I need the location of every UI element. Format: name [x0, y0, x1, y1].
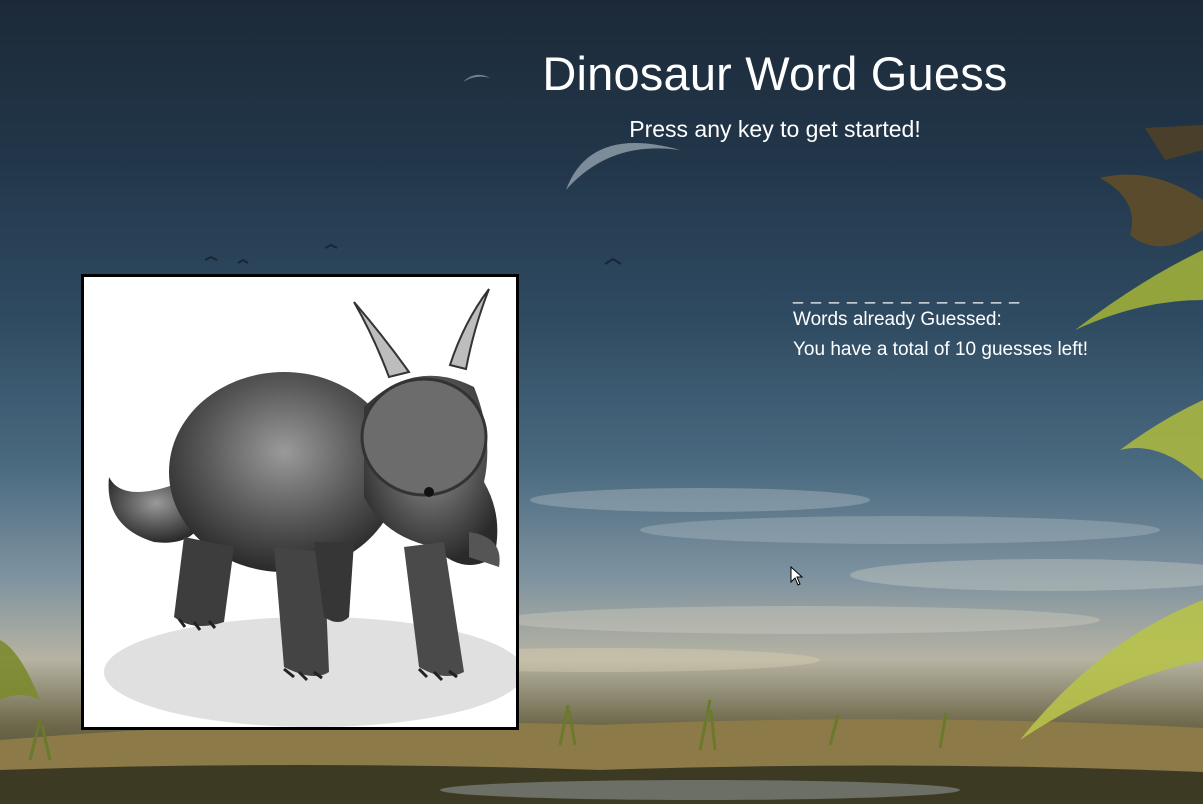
dinosaur-illustration — [104, 288, 516, 727]
page-title: Dinosaur Word Guess — [542, 47, 1008, 100]
game-status-panel: _ _ _ _ _ _ _ _ _ _ _ _ _ Words already … — [793, 283, 1088, 365]
word-blanks: _ _ _ _ _ _ _ _ _ _ _ _ _ — [793, 284, 1021, 304]
guesses-left-text: You have a total of 10 guesses left! — [793, 339, 1089, 360]
start-instruction: Press any key to get started! — [629, 116, 921, 142]
dinosaur-image — [81, 274, 519, 730]
mouse-pointer-icon — [790, 566, 804, 586]
guessed-letters-label: Words already Guessed: — [793, 309, 1002, 330]
